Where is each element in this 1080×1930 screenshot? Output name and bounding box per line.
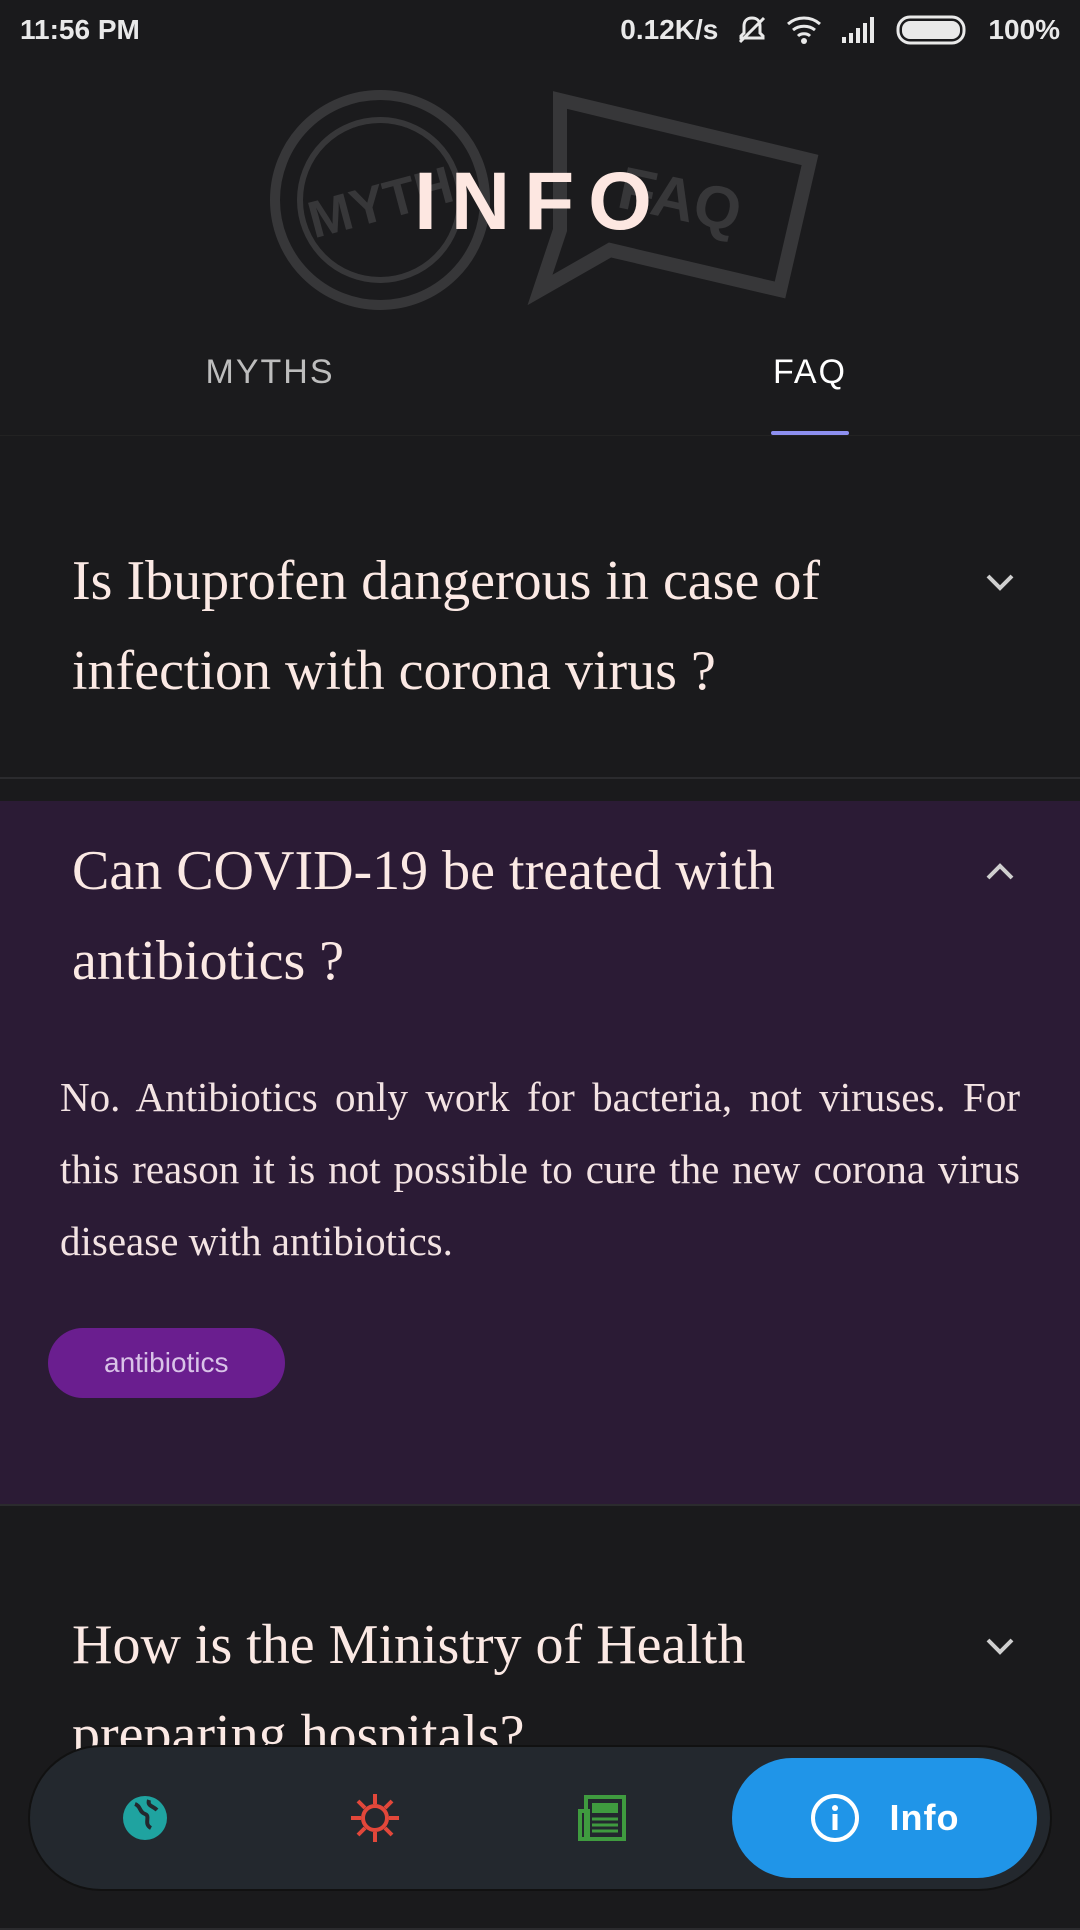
- faq-answer: No. Antibiotics only work for bacteria, …: [60, 1074, 1020, 1264]
- faq-question: Can COVID-19 be treated with antibiotics…: [72, 840, 775, 992]
- nav-globe[interactable]: [30, 1747, 260, 1889]
- battery-percent: 100%: [988, 14, 1060, 45]
- status-time: 11:56 PM: [20, 14, 140, 45]
- nav-news[interactable]: [490, 1747, 720, 1889]
- tab-faq[interactable]: FAQ: [540, 310, 1080, 435]
- faq-item-ibuprofen[interactable]: Is Ibuprofen dangerous in case of infect…: [0, 436, 1080, 779]
- status-bar: 11:56 PM 0.12K/s 100%: [0, 0, 1080, 60]
- mute-icon: [736, 14, 768, 46]
- status-right: 0.12K/s 100%: [620, 14, 1060, 46]
- page-title: INFO: [414, 156, 666, 247]
- tag-chip[interactable]: antibiotics: [48, 1328, 285, 1398]
- virus-icon: [351, 1794, 399, 1842]
- signal-icon: [840, 15, 878, 45]
- bottom-navigation: Info: [30, 1747, 1050, 1889]
- battery-icon: [896, 15, 970, 45]
- chevron-down-icon[interactable]: [982, 564, 1018, 600]
- nav-virus[interactable]: [260, 1747, 490, 1889]
- newspaper-icon: [578, 1795, 626, 1841]
- faq-question: Is Ibuprofen dangerous in case of infect…: [72, 550, 820, 702]
- faq-list: Is Ibuprofen dangerous in case of infect…: [0, 436, 1080, 1930]
- info-icon: [810, 1794, 859, 1842]
- chevron-up-icon[interactable]: [982, 854, 1018, 890]
- net-speed: 0.12K/s: [620, 14, 719, 45]
- wifi-icon: [786, 14, 822, 46]
- nav-info[interactable]: Info: [732, 1758, 1037, 1878]
- tab-myths[interactable]: MYTHS: [0, 310, 540, 435]
- faq-item-antibiotics[interactable]: Can COVID-19 be treated with antibiotics…: [0, 801, 1080, 1506]
- chevron-down-icon[interactable]: [982, 1628, 1018, 1664]
- tab-bar: MYTHS FAQ: [0, 310, 1080, 436]
- globe-icon: [123, 1796, 167, 1840]
- nav-info-label: Info: [889, 1797, 960, 1838]
